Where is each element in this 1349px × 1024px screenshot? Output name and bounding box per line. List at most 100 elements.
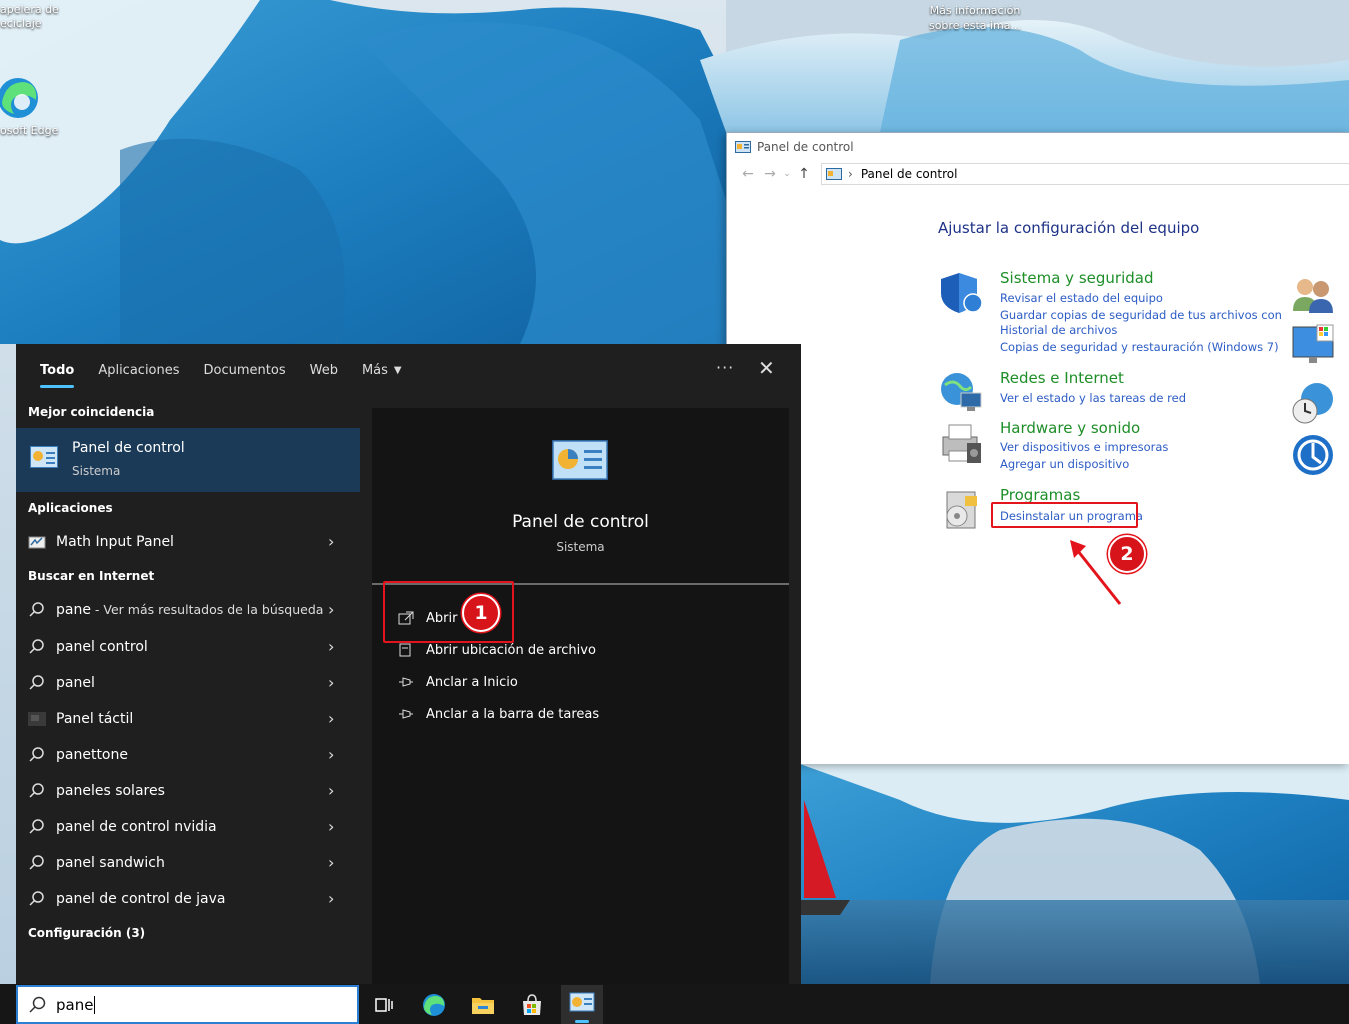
breadcrumb[interactable]: Panel de control [861, 167, 958, 181]
link-review-status[interactable]: Revisar el estado del equipo [1000, 291, 1163, 305]
control-panel-addressbar: ← → ⌄ ↑ › Panel de control [727, 161, 1349, 187]
user-accounts-icon [1293, 279, 1333, 313]
action-open-location-label: Abrir ubicación de archivo [426, 642, 596, 658]
taskbar-search-box[interactable]: pane [16, 985, 359, 1024]
chevron-right-icon[interactable]: › [328, 889, 334, 908]
control-panel-heading: Ajustar la configuración del equipo [938, 219, 1200, 237]
up-arrow-icon[interactable]: ↑ [793, 166, 815, 182]
control-panel-large-icon [552, 440, 608, 480]
preview-subtitle: Sistema [556, 540, 605, 554]
web-result-java[interactable]: panel de control de java › [16, 881, 360, 917]
link-file-history[interactable]: Historial de archivos [1000, 323, 1117, 337]
breadcrumb-separator-icon: › [848, 167, 853, 181]
pin-icon [399, 709, 413, 719]
web-result-query: pane [56, 602, 91, 618]
action-pin-start[interactable]: Anclar a Inicio [398, 670, 518, 694]
search-panel: Todo Aplicaciones Documentos Web Más ▼ ··… [16, 344, 801, 984]
preview-pane: Panel de control Sistema Abrir Abrir ubi… [372, 408, 789, 984]
app-result-math-input[interactable]: Math Input Panel › [16, 524, 360, 560]
category-title-system-security[interactable]: Sistema y seguridad [1000, 269, 1153, 287]
chevron-right-icon[interactable]: › [328, 745, 334, 764]
action-pin-taskbar-label: Anclar a la barra de tareas [426, 706, 600, 722]
web-result-panel-tactil[interactable]: Panel táctil › [16, 701, 360, 737]
tab-todo-label: Todo [40, 362, 75, 378]
search-icon [29, 675, 44, 690]
taskbar-active-app[interactable] [561, 985, 603, 1024]
control-panel-window: Panel de control ← → ⌄ ↑ › Panel de cont… [726, 132, 1349, 764]
network-icon [941, 373, 982, 411]
tab-aplicaciones[interactable]: Aplicaciones [86, 344, 191, 396]
link-network-status[interactable]: Ver el estado y las tareas de red [1000, 391, 1186, 405]
web-result-label: paneles solares [56, 783, 165, 799]
search-icon [29, 639, 44, 654]
control-panel-icon [30, 446, 58, 468]
edge-icon [0, 78, 38, 118]
text-cursor [94, 995, 96, 1014]
wallpaper-info-link[interactable]: Más información sobre esta ima... [920, 3, 1030, 33]
web-result-panel-control[interactable]: panel control › [16, 629, 360, 665]
web-result-paneles-solares[interactable]: paneles solares › [16, 773, 360, 809]
link-devices-printers[interactable]: Ver dispositivos e impresoras [1000, 440, 1168, 454]
chevron-right-icon[interactable]: › [328, 781, 334, 800]
category-title-network[interactable]: Redes e Internet [1000, 369, 1124, 387]
close-icon[interactable]: ✕ [758, 356, 775, 380]
web-result-label: panel de control de java [56, 891, 226, 907]
edge-desktop-shortcut[interactable]: osoft Edge [0, 74, 64, 138]
printer-icon [942, 424, 981, 463]
web-result-panettone[interactable]: panettone › [16, 737, 360, 773]
web-result-label: panettone [56, 747, 128, 763]
tab-documentos-label: Documentos [203, 362, 286, 378]
recycle-bin-label[interactable]: apelera de eciclaje [0, 3, 60, 31]
edge-icon[interactable] [421, 992, 447, 1018]
tab-todo[interactable]: Todo [28, 344, 86, 396]
chevron-right-icon[interactable]: › [328, 637, 334, 656]
caret-down-icon: ▼ [393, 364, 402, 376]
tab-web[interactable]: Web [298, 344, 350, 396]
chevron-right-icon[interactable]: › [328, 673, 334, 692]
chevron-right-icon[interactable]: › [328, 817, 334, 836]
search-query-text[interactable]: pane [56, 996, 93, 1014]
recent-dropdown-icon[interactable]: ⌄ [781, 169, 793, 179]
microsoft-store-icon[interactable] [519, 992, 545, 1018]
best-match-item[interactable]: Panel de control Sistema [16, 428, 360, 492]
search-icon [29, 602, 44, 617]
pin-icon [399, 677, 413, 687]
edge-label: osoft Edge [0, 124, 59, 137]
settings-header[interactable]: Configuración (3) [28, 926, 145, 940]
ellipsis-icon[interactable]: ··· [716, 358, 734, 377]
apps-header: Aplicaciones [28, 501, 113, 515]
web-result-panel[interactable]: panel › [16, 665, 360, 701]
results-list: Mejor coincidencia Panel de control Sist… [16, 396, 360, 984]
control-panel-title: Panel de control [757, 140, 854, 154]
math-input-icon [28, 536, 46, 549]
control-panel-titlebar[interactable]: Panel de control [727, 133, 1349, 161]
web-result-pane[interactable]: pane - Ver más resultados de la búsqueda… [16, 592, 360, 628]
file-explorer-icon[interactable] [470, 992, 496, 1018]
web-result-nvidia[interactable]: panel de control nvidia › [16, 809, 360, 845]
category-title-hardware[interactable]: Hardware y sonido [1000, 419, 1140, 437]
task-view-icon[interactable] [371, 992, 397, 1018]
search-icon [29, 819, 44, 834]
back-arrow-icon[interactable]: ← [737, 166, 759, 182]
link-add-device[interactable]: Agregar un dispositivo [1000, 457, 1129, 471]
tab-mas[interactable]: Más ▼ [350, 344, 414, 396]
chevron-right-icon[interactable]: › [328, 532, 334, 551]
chevron-right-icon[interactable]: › [328, 853, 334, 872]
recycle-bin-label-line1: apelera de [0, 3, 59, 16]
best-match-title: Panel de control [72, 440, 185, 456]
link-backup-files[interactable]: Guardar copias de seguridad de tus archi… [1000, 308, 1282, 322]
clock-region-icon [1292, 383, 1333, 424]
address-field[interactable]: › Panel de control [821, 163, 1349, 185]
best-match-header: Mejor coincidencia [28, 405, 155, 419]
search-icon [29, 783, 44, 798]
programs-icon [946, 491, 977, 529]
tab-documentos[interactable]: Documentos [192, 344, 298, 396]
chevron-right-icon[interactable]: › [328, 709, 334, 728]
chevron-right-icon[interactable]: › [328, 600, 334, 619]
app-result-label: Math Input Panel [56, 534, 174, 550]
web-result-sandwich[interactable]: panel sandwich › [16, 845, 360, 881]
web-result-label: panel sandwich [56, 855, 165, 871]
link-backup-restore[interactable]: Copias de seguridad y restauración (Wind… [1000, 340, 1279, 354]
action-pin-taskbar[interactable]: Anclar a la barra de tareas [398, 702, 599, 726]
forward-arrow-icon[interactable]: → [759, 166, 781, 182]
